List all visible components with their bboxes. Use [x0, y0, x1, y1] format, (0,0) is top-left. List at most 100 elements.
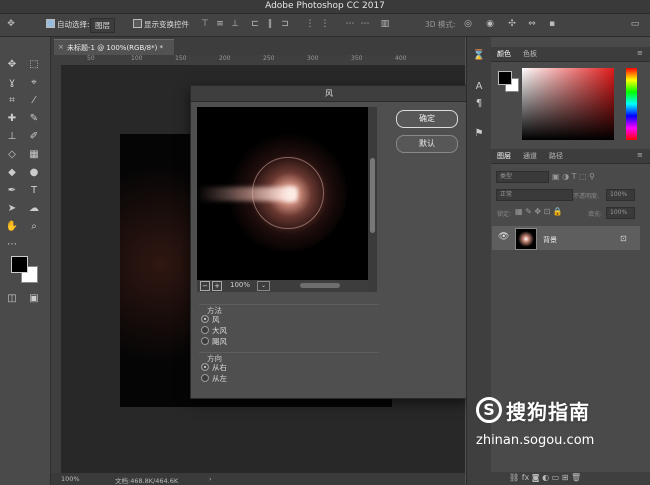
align-middle-icon[interactable]: ≡: [215, 19, 225, 29]
align-top-icon[interactable]: ⊤: [200, 19, 210, 29]
method-option-label: 飓风: [212, 337, 227, 346]
brush-tool-icon[interactable]: ✎: [27, 112, 41, 126]
lasso-tool-icon[interactable]: ɣ: [5, 76, 19, 90]
pen-tool-icon[interactable]: ✒: [5, 184, 19, 198]
fill-value: 100%: [610, 209, 628, 216]
zoom-dropdown-icon[interactable]: ⌄: [257, 281, 270, 291]
ok-button[interactable]: 确定: [396, 110, 458, 128]
show-transform-checkbox[interactable]: 显示变换控件: [133, 18, 189, 31]
layer-kind-filter[interactable]: 类型: [496, 171, 549, 183]
gradient-tool-icon[interactable]: ▦: [27, 148, 41, 162]
quick-select-tool-icon[interactable]: ⌖: [27, 76, 41, 90]
preview-horizontal-thumb[interactable]: [300, 283, 340, 288]
tab-layers[interactable]: 图层: [497, 151, 511, 161]
crop-tool-icon[interactable]: ⌗: [5, 94, 19, 108]
foreground-color-swatch-front[interactable]: [11, 256, 28, 273]
hand-tool-icon[interactable]: ✋: [5, 220, 19, 234]
roll-3d-icon[interactable]: ◉: [485, 19, 495, 29]
document-tab-label: 未标题-1 @ 100%(RGB/8*) *: [67, 44, 164, 52]
blend-mode-dropdown[interactable]: 正常: [496, 189, 573, 201]
align-center-icon[interactable]: ‖: [265, 19, 275, 29]
method-radio-stagger[interactable]: 飓风: [201, 337, 227, 347]
tool-presets-icon[interactable]: ⚑: [472, 127, 486, 141]
foreground-color-swatch[interactable]: [498, 71, 512, 85]
marquee-tool-icon[interactable]: ⬚: [27, 58, 41, 72]
align-bottom-icon[interactable]: ⊥: [230, 19, 240, 29]
history-brush-icon[interactable]: ✐: [27, 130, 41, 144]
watermark-brand: 搜狗指南: [506, 400, 590, 424]
eraser-tool-icon[interactable]: ◇: [5, 148, 19, 162]
tab-channels[interactable]: 通道: [523, 151, 537, 161]
preview-vertical-thumb[interactable]: [370, 158, 375, 233]
color-field[interactable]: [522, 68, 614, 140]
opacity-input[interactable]: 100%: [606, 189, 635, 201]
fill-label: 填充:: [588, 211, 603, 218]
auto-select-checkbox[interactable]: 自动选择:: [46, 18, 90, 31]
tab-color[interactable]: 颜色: [497, 49, 511, 59]
align-right-icon[interactable]: ⊐: [280, 19, 290, 29]
filter-icons[interactable]: ▣ ◑ T ⬚ ⚲: [552, 172, 595, 181]
auto-align-icon[interactable]: ▥: [380, 19, 390, 29]
quick-mask-icon[interactable]: ◫: [5, 292, 19, 306]
method-option-label: 风: [212, 315, 220, 324]
blur-tool-icon[interactable]: ◆: [5, 166, 19, 180]
panel-menu-icon[interactable]: ≡: [637, 151, 643, 159]
dodge-tool-icon[interactable]: ●: [27, 166, 41, 180]
direction-radio-from-right[interactable]: 从右: [201, 363, 227, 373]
tab-paths[interactable]: 路径: [549, 151, 563, 161]
status-menu-arrow-icon[interactable]: ›: [209, 475, 212, 483]
move-tool-icon[interactable]: ✥: [6, 19, 16, 29]
shape-tool-icon[interactable]: ☁: [27, 202, 41, 216]
method-radio-blast[interactable]: 大风: [201, 326, 227, 336]
close-tab-icon[interactable]: ×: [58, 43, 64, 51]
scale-3d-icon[interactable]: ▪: [547, 19, 557, 29]
layer-lock-icon: ⊡: [620, 234, 627, 243]
window-title: Adobe Photoshop CC 2017: [265, 1, 385, 11]
slide-3d-icon[interactable]: ⇔: [527, 19, 537, 29]
character-panel-icon[interactable]: A: [472, 80, 486, 94]
layer-name: 背景: [543, 236, 557, 244]
flare-ring: [252, 157, 324, 229]
history-panel-icon[interactable]: ⌛: [472, 49, 486, 63]
fill-input[interactable]: 100%: [606, 207, 635, 219]
filter-preview[interactable]: [197, 107, 368, 280]
lock-icons[interactable]: ▦ ✎ ✥ ⊡ 🔒: [515, 207, 563, 216]
auto-select-dropdown[interactable]: 图层: [90, 18, 115, 33]
stamp-tool-icon[interactable]: ⊥: [5, 130, 19, 144]
ruler-number: 350: [351, 55, 363, 62]
panel-menu-icon[interactable]: ≡: [637, 49, 643, 57]
direction-radio-from-left[interactable]: 从左: [201, 374, 227, 384]
layer-action-icons[interactable]: ⛓ fx ◙ ◐ ▭ ⊞ 🗑: [509, 473, 581, 482]
visibility-eye-icon[interactable]: 👁: [498, 232, 509, 242]
hue-slider[interactable]: [626, 68, 637, 140]
zoom-in-icon[interactable]: +: [212, 281, 222, 291]
method-radio-wind[interactable]: 风: [201, 315, 220, 325]
eyedropper-tool-icon[interactable]: ⁄: [27, 94, 41, 108]
ruler-number: 250: [263, 55, 275, 62]
zoom-out-icon[interactable]: −: [200, 281, 210, 291]
paragraph-panel-icon[interactable]: ¶: [472, 97, 486, 111]
distribute-icon[interactable]: ⋯: [360, 19, 370, 29]
zoom-tool-icon[interactable]: ⌕: [27, 220, 41, 234]
document-tab[interactable]: × 未标题-1 @ 100%(RGB/8*) *: [54, 39, 174, 56]
distribute-icon[interactable]: ⋯: [345, 19, 355, 29]
path-select-icon[interactable]: ➤: [5, 202, 19, 216]
drag-3d-icon[interactable]: ✣: [507, 19, 517, 29]
color-panel-tabs: 颜色 色板 ≡: [491, 47, 650, 62]
more-tools-icon[interactable]: ⋯: [5, 238, 19, 252]
screen-mode-icon[interactable]: ▣: [27, 292, 41, 306]
distribute-icon[interactable]: ⋮: [305, 19, 315, 29]
layer-thumbnail[interactable]: [515, 228, 537, 250]
distribute-icon[interactable]: ⋮: [320, 19, 330, 29]
move-tool-icon[interactable]: ✥: [5, 58, 19, 72]
direction-separator: [199, 352, 379, 353]
workspace-icon[interactable]: ▭: [630, 19, 640, 29]
default-button[interactable]: 默认: [396, 135, 458, 153]
align-left-icon[interactable]: ⊏: [250, 19, 260, 29]
orbit-3d-icon[interactable]: ◎: [463, 19, 473, 29]
title-bar: Adobe Photoshop CC 2017: [0, 0, 650, 14]
type-tool-icon[interactable]: T: [27, 184, 41, 198]
zoom-status[interactable]: 100%: [61, 475, 80, 483]
healing-brush-icon[interactable]: ✚: [5, 112, 19, 126]
tab-swatches[interactable]: 色板: [523, 49, 537, 59]
